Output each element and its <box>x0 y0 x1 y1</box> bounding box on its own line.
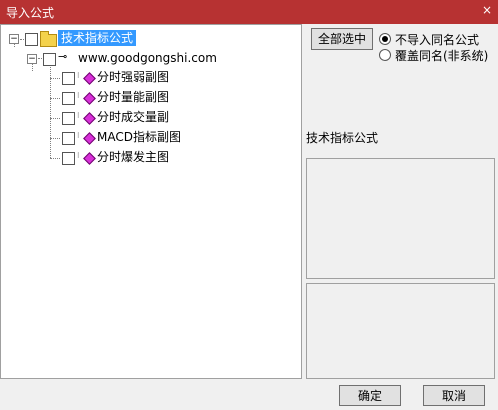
root-checkbox[interactable] <box>25 33 38 46</box>
item-checkbox[interactable] <box>62 152 75 165</box>
tree-item-label[interactable]: 分时成交量副 <box>97 109 169 125</box>
tree-root-label[interactable]: 技术指标公式 <box>58 30 137 46</box>
ok-button[interactable]: 确定 <box>339 385 401 406</box>
option-overwrite-same-name[interactable]: 覆盖同名(非系统) <box>379 47 488 64</box>
tree-item-label[interactable]: 分时爆发主图 <box>97 149 169 165</box>
formula-description-box <box>306 158 495 279</box>
option-label: 不导入同名公式 <box>395 33 480 47</box>
site-checkbox[interactable] <box>43 53 56 66</box>
formula-category-label: 技术指标公式 <box>306 131 379 145</box>
tree-item-label[interactable]: 分时量能副图 <box>97 89 169 105</box>
option-skip-same-name[interactable]: 不导入同名公式 <box>379 31 479 48</box>
formula-diamond-icon <box>83 152 96 165</box>
item-checkbox[interactable] <box>62 112 75 125</box>
cancel-button[interactable]: 取消 <box>423 385 485 406</box>
option-label: 覆盖同名(非系统) <box>395 49 489 63</box>
formula-diamond-icon <box>83 132 96 145</box>
options-panel: 全部选中 不导入同名公式 覆盖同名(非系统) 技术指标公式 <box>304 24 498 379</box>
radio-unchecked-icon[interactable] <box>379 49 391 61</box>
tree-item-label[interactable]: MACD指标副图 <box>97 129 181 145</box>
root-collapse-icon[interactable]: − <box>9 34 19 44</box>
radio-checked-icon[interactable] <box>379 33 391 45</box>
tree-item-label[interactable]: 分时强弱副图 <box>97 69 169 85</box>
site-collapse-icon[interactable]: − <box>27 54 37 64</box>
formula-diamond-icon <box>83 72 96 85</box>
title-bar[interactable]: 导入公式 × <box>0 0 498 24</box>
item-checkbox[interactable] <box>62 72 75 85</box>
formula-diamond-icon <box>83 112 96 125</box>
item-checkbox[interactable] <box>62 92 75 105</box>
close-icon[interactable]: × <box>482 3 492 17</box>
window-title: 导入公式 <box>6 6 55 20</box>
tree-site-label[interactable]: www.goodgongshi.com <box>78 50 217 66</box>
key-icon: ⊸ <box>58 50 68 63</box>
folder-icon <box>40 31 57 47</box>
formula-tree[interactable]: − 技术指标公式 − ⊸ www.goodgongshi.com ⁝ 分时强弱副… <box>0 24 302 379</box>
select-all-button[interactable]: 全部选中 <box>311 28 373 50</box>
formula-detail-box <box>306 283 495 379</box>
item-checkbox[interactable] <box>62 132 75 145</box>
formula-diamond-icon <box>83 92 96 105</box>
